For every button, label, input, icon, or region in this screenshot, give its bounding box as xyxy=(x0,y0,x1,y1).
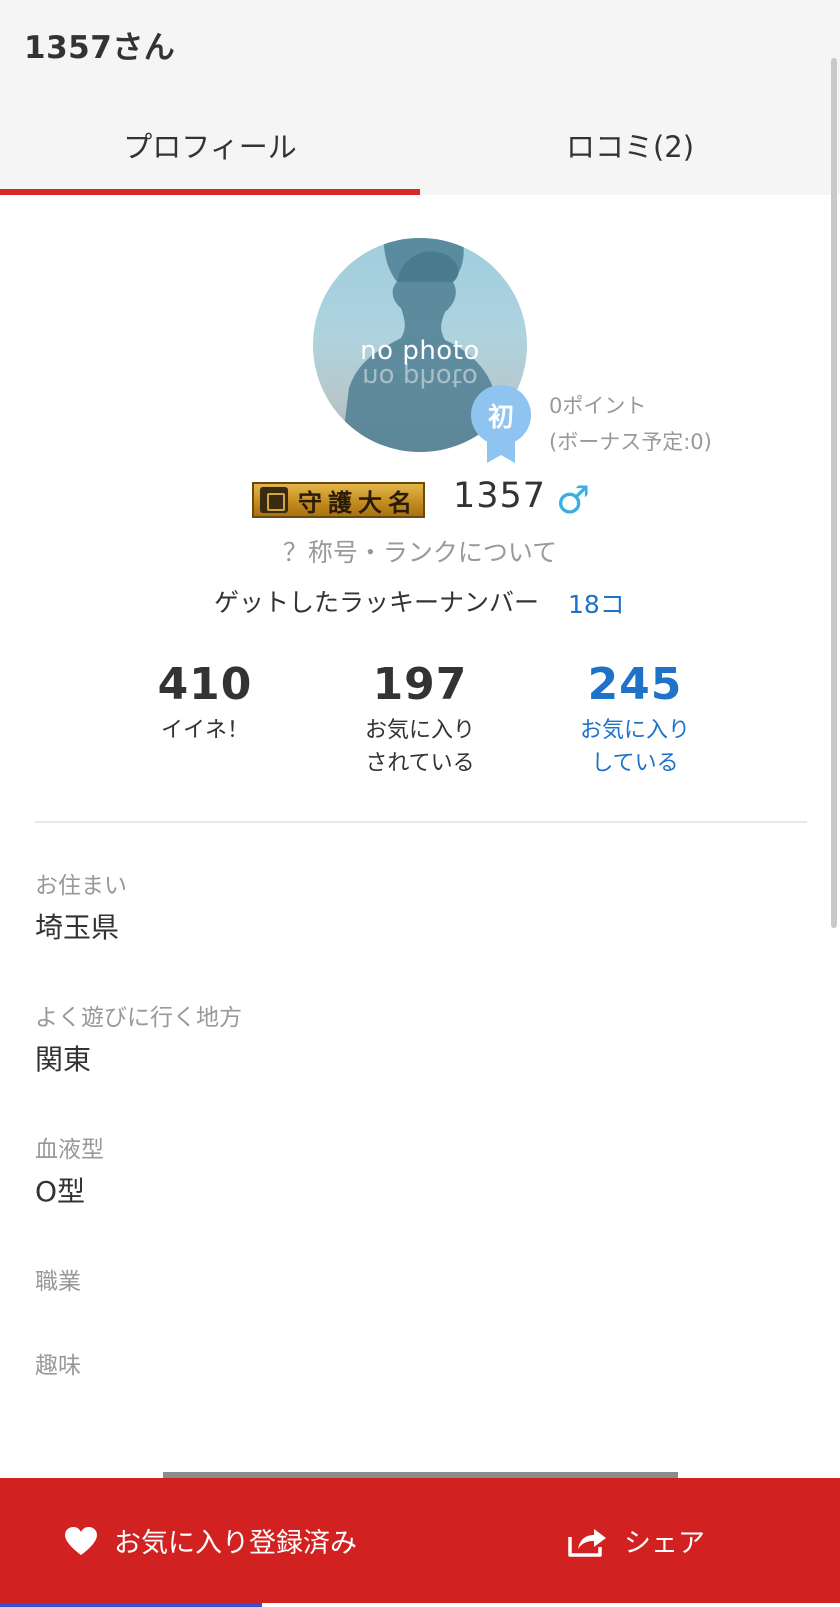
stat-favorited-by: 197 お気に入り されている xyxy=(315,660,525,780)
region-label: よく遊びに行く地方 xyxy=(35,1005,242,1031)
favorite-button-label: お気に入り登録済み xyxy=(114,1528,357,1559)
rank-title-label: 守護大名 xyxy=(298,487,418,517)
hobby-label: 趣味 xyxy=(35,1353,81,1379)
residence-label: お住まい xyxy=(35,873,127,899)
likes-count: 410 xyxy=(157,659,253,710)
username: 1357 xyxy=(453,476,547,516)
field-hobby: 趣味 xyxy=(35,1351,81,1381)
favorited-by-count: 197 xyxy=(372,659,468,710)
field-occupation: 職業 xyxy=(35,1267,81,1297)
tab-reviews[interactable]: ロコミ(2) xyxy=(420,95,840,195)
share-button-label: シェア xyxy=(624,1528,705,1559)
lucky-number-count[interactable]: 18コ xyxy=(568,585,625,621)
tab-bar: プロフィール ロコミ(2) xyxy=(0,95,840,195)
action-bar: お気に入り登録済み シェア xyxy=(0,1478,840,1603)
lucky-number-label: ゲットしたラッキーナンバー xyxy=(214,588,540,617)
page-title: 1357さん xyxy=(24,30,176,66)
rank-about-link[interactable]: ？称号・ランクについて xyxy=(0,533,840,569)
rank-row: 守護大名 1357 ♂ xyxy=(0,476,840,522)
points-value: 0ポイント xyxy=(549,394,647,418)
field-residence: お住まい 埼玉県 xyxy=(35,871,127,947)
favorited-by-label-1: お気に入り xyxy=(364,718,475,743)
header: 1357さん プロフィール ロコミ(2) xyxy=(0,0,840,195)
share-icon xyxy=(568,1528,606,1557)
favoriting-count[interactable]: 245 xyxy=(530,660,740,710)
likes-label: イイネ！ xyxy=(160,718,249,743)
home-indicator xyxy=(0,1603,262,1607)
bonus-value: (ボーナス予定:0) xyxy=(549,430,712,454)
favoriting-label-2[interactable]: している xyxy=(530,747,740,780)
tab-profile[interactable]: プロフィール xyxy=(0,95,420,195)
stat-likes: 410 イイネ！ xyxy=(100,660,310,747)
points-info: 0ポイント (ボーナス予定:0) xyxy=(549,388,712,460)
field-blood-type: 血液型 O型 xyxy=(35,1135,104,1211)
share-button[interactable]: シェア xyxy=(420,1478,840,1603)
beginner-badge: 初 xyxy=(469,385,533,463)
field-region: よく遊びに行く地方 関東 xyxy=(35,1003,242,1079)
favorited-by-label-2: されている xyxy=(365,751,475,776)
blood-type-label: 血液型 xyxy=(35,1137,104,1163)
rank-title-badge: 守護大名 xyxy=(252,482,425,518)
heart-icon xyxy=(65,1526,97,1555)
blood-type-value: O型 xyxy=(35,1175,86,1208)
badge-label: 初 xyxy=(487,403,514,433)
residence-value: 埼玉県 xyxy=(35,911,120,944)
region-value: 関東 xyxy=(35,1043,92,1076)
favorite-button[interactable]: お気に入り登録済み xyxy=(0,1478,420,1603)
male-icon: ♂ xyxy=(556,478,591,522)
occupation-label: 職業 xyxy=(35,1269,81,1295)
crest-icon xyxy=(260,487,288,513)
stat-favoriting[interactable]: 245 お気に入り している xyxy=(530,660,740,780)
divider xyxy=(35,821,807,823)
favoriting-label-1[interactable]: お気に入り xyxy=(530,714,740,747)
